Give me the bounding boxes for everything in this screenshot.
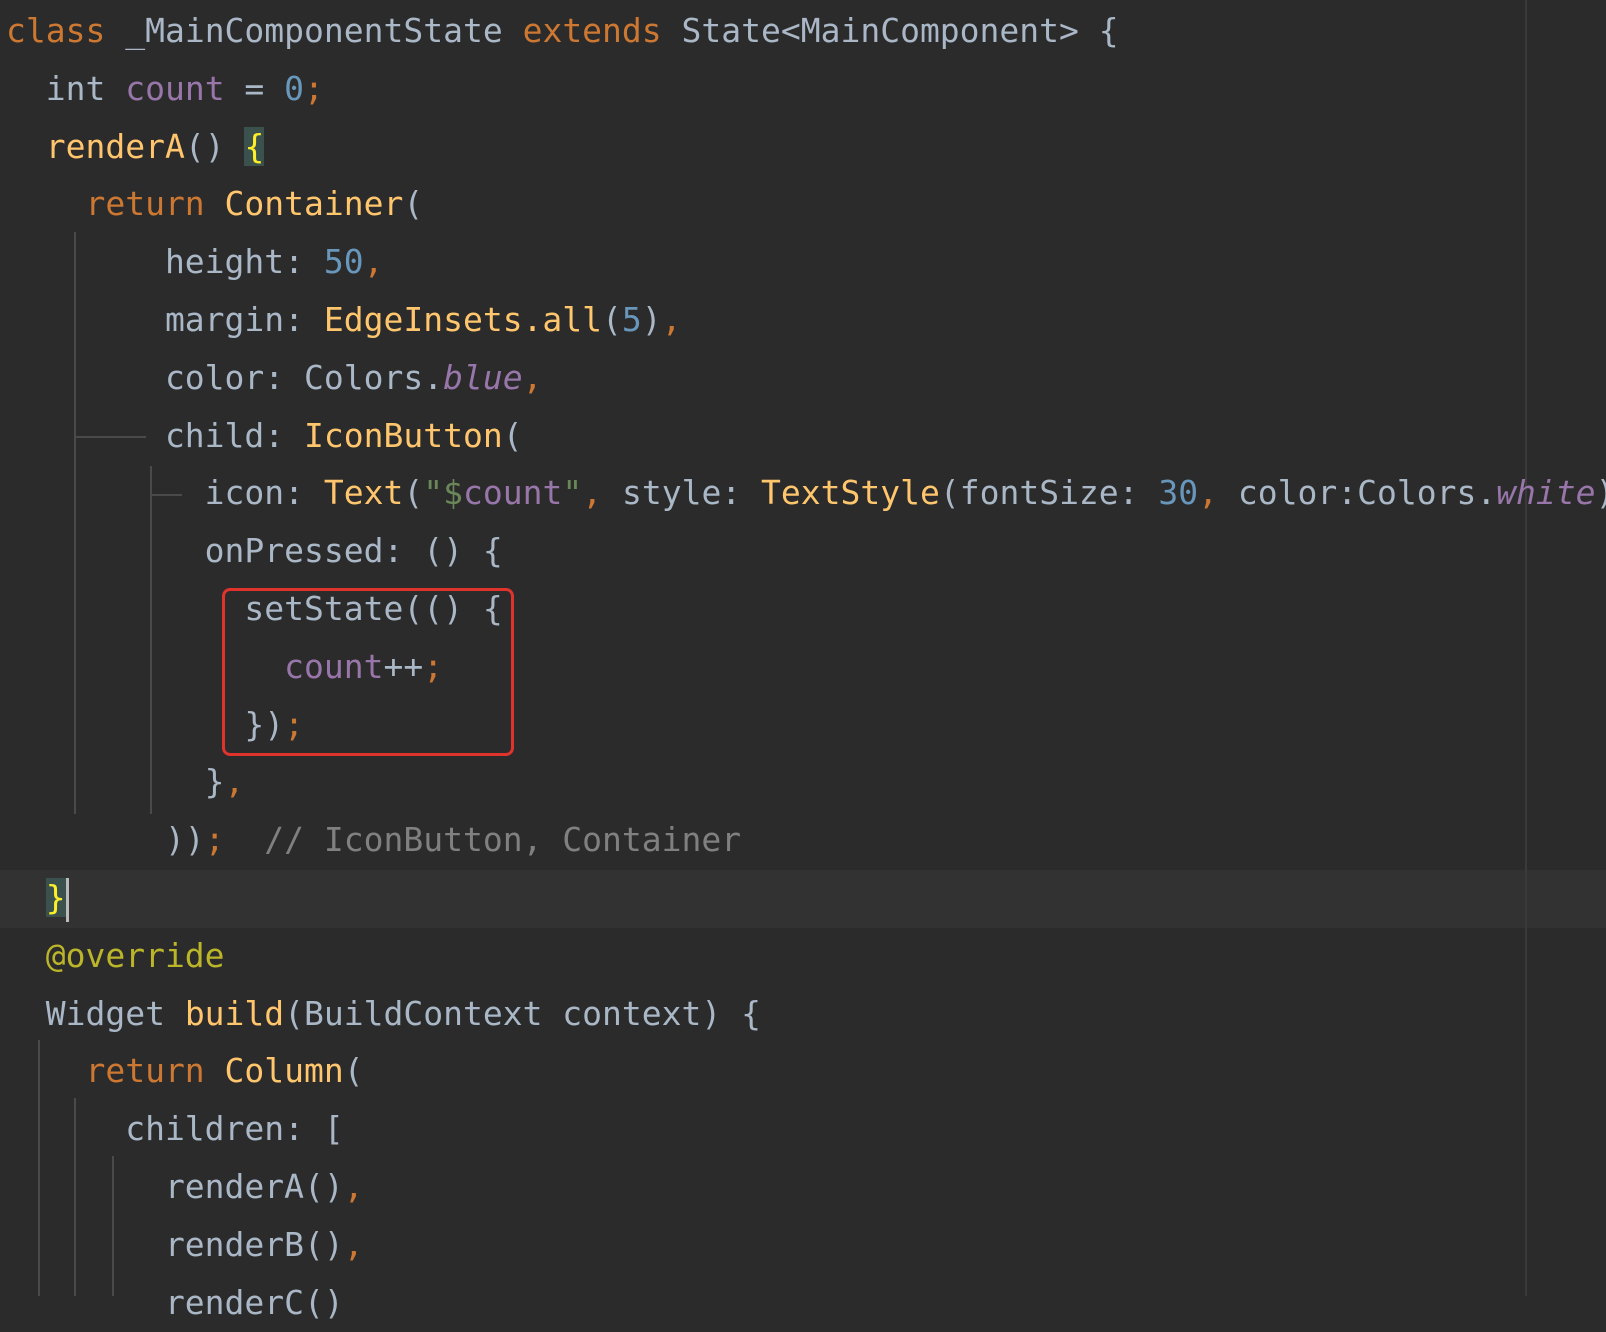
code-token: style: (622, 473, 761, 512)
code-token: 0 (284, 69, 304, 108)
code-token: 50 (324, 242, 364, 281)
code-line[interactable]: onPressed: () { (6, 522, 503, 580)
code-token: margin: (6, 300, 324, 339)
code-token: onPressed: () { (6, 531, 503, 570)
code-token: children: [ (6, 1109, 344, 1148)
code-token: (BuildContext context) { (284, 994, 761, 1033)
code-line[interactable]: child: IconButton( (6, 407, 523, 465)
code-token: Text (324, 473, 403, 512)
code-token: child: (6, 416, 304, 455)
code-token: TextStyle (761, 473, 940, 512)
setstate-highlight-box (222, 588, 514, 756)
text-caret (66, 878, 69, 922)
code-token: ( (403, 184, 423, 223)
code-token: EdgeInsets.all (324, 300, 602, 339)
code-token: count (463, 473, 562, 512)
code-token: State<MainComponent> { (682, 11, 1119, 50)
code-token: build (185, 994, 284, 1033)
code-line[interactable]: icon: Text("$count", style: TextStyle(fo… (6, 464, 1606, 522)
code-token: renderA (46, 127, 185, 166)
code-token: , (582, 473, 622, 512)
code-token: )) (6, 820, 205, 859)
code-token: )) (1596, 473, 1606, 512)
code-line[interactable]: )); // IconButton, Container (6, 811, 741, 869)
current-line-highlight (0, 870, 1606, 928)
code-line[interactable]: class _MainComponentState extends State<… (6, 2, 1119, 60)
code-token: // IconButton, Container (264, 820, 741, 859)
code-line[interactable]: @override (6, 927, 225, 985)
code-line[interactable]: }, (6, 753, 244, 811)
code-line[interactable]: return Column( (6, 1042, 364, 1100)
code-token: renderB() (6, 1225, 344, 1264)
code-token: , (225, 762, 245, 801)
code-token: ( (344, 1051, 364, 1090)
code-token: white (1496, 473, 1595, 512)
code-token: ( (602, 300, 622, 339)
code-token: , (344, 1167, 364, 1206)
code-token: "$ (423, 473, 463, 512)
code-token: height: (6, 242, 324, 281)
code-token: ; (304, 69, 324, 108)
code-token: Widget (6, 994, 185, 1033)
code-token: blue (443, 358, 522, 397)
code-token: " (562, 473, 582, 512)
code-token: Container (225, 184, 404, 223)
code-token: } (46, 878, 66, 917)
code-token: , (1198, 473, 1238, 512)
code-token: , (344, 1225, 364, 1264)
code-token: int (6, 69, 125, 108)
code-line[interactable]: color: Colors.blue, (6, 349, 542, 407)
code-token: renderA() (6, 1167, 344, 1206)
code-token: renderC() (6, 1283, 344, 1322)
code-token: ) (642, 300, 662, 339)
code-token: color:Colors. (1238, 473, 1496, 512)
code-token: icon: (6, 473, 324, 512)
code-token: color: Colors. (6, 358, 443, 397)
code-line[interactable]: renderA() { (6, 118, 264, 176)
code-token: IconButton (304, 416, 503, 455)
code-token: extends (523, 11, 682, 50)
code-token: (fontSize: (940, 473, 1159, 512)
code-token: class (6, 11, 125, 50)
code-token: return (6, 1051, 225, 1090)
code-token (6, 127, 46, 166)
code-token: return (6, 184, 225, 223)
code-token: { (244, 127, 264, 166)
code-editor[interactable]: class _MainComponentState extends State<… (0, 0, 1606, 1296)
code-line[interactable]: margin: EdgeInsets.all(5), (6, 291, 682, 349)
code-token: @override (6, 936, 225, 975)
code-token: , (662, 300, 682, 339)
code-token: count (125, 69, 224, 108)
code-token: _MainComponentState (125, 11, 522, 50)
code-token: 30 (1158, 473, 1198, 512)
code-line[interactable]: height: 50, (6, 233, 384, 291)
code-token: ( (503, 416, 523, 455)
code-token (6, 878, 46, 917)
code-line[interactable]: renderB(), (6, 1216, 364, 1274)
code-line[interactable]: Widget build(BuildContext context) { (6, 985, 761, 1043)
code-token: ; (205, 820, 265, 859)
code-token: , (523, 358, 543, 397)
code-token: ( (403, 473, 423, 512)
code-token: Column (225, 1051, 344, 1090)
code-token: () (185, 127, 245, 166)
code-token: } (6, 762, 225, 801)
code-line[interactable]: return Container( (6, 175, 423, 233)
code-token: = (225, 69, 285, 108)
right-margin-guide (1525, 0, 1527, 1296)
code-line[interactable]: int count = 0; (6, 60, 324, 118)
code-line[interactable]: } (6, 869, 69, 927)
code-line[interactable]: renderC() (6, 1274, 344, 1332)
code-token: , (364, 242, 384, 281)
code-token: 5 (622, 300, 642, 339)
code-line[interactable]: children: [ (6, 1100, 344, 1158)
code-line[interactable]: renderA(), (6, 1158, 364, 1216)
